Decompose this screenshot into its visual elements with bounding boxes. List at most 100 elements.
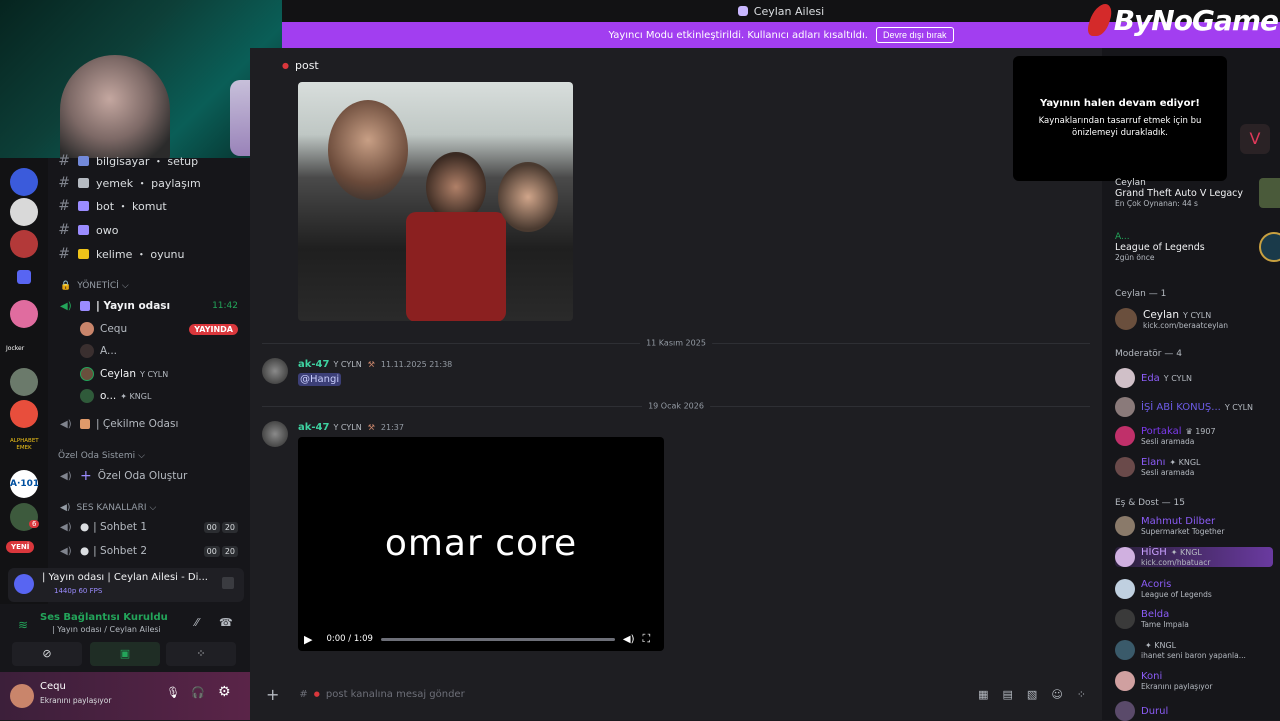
sticker-icon[interactable]: ▧: [1027, 688, 1037, 701]
server-icon-6[interactable]: [10, 400, 38, 428]
video-player[interactable]: omar core ▶ 0:00 / 1:09 ◀) ⛶: [298, 437, 664, 651]
user-avatar[interactable]: [10, 684, 34, 708]
voice-user-o[interactable]: o... ✦ KNGL: [48, 385, 250, 407]
date-divider: 19 Ocak 2026: [262, 401, 1090, 411]
voice-user-a[interactable]: A...: [48, 340, 250, 362]
category-voice[interactable]: ◀) SES KANALLARI ⌵: [60, 503, 156, 513]
author-avatar[interactable]: [262, 421, 288, 447]
member-mod[interactable]: İŞİ ABİ KONUŞ... Y CYLN: [1115, 397, 1253, 417]
disconnect-icon[interactable]: ☎: [219, 616, 233, 629]
emoji-icon[interactable]: ☺: [1051, 688, 1062, 701]
channel-bot[interactable]: # bot ・ komut: [48, 195, 250, 217]
server-icon-5[interactable]: [10, 368, 38, 396]
voice-user-ceylan[interactable]: Ceylan Y CYLN: [48, 363, 250, 385]
settings-gear-icon[interactable]: ⚙: [218, 684, 231, 700]
webcam-overlay: [0, 0, 282, 158]
role-icon: ⚒: [367, 423, 375, 432]
fullscreen-icon[interactable]: ⛶: [643, 632, 651, 646]
member-mod[interactable]: Portakal ♛ 1907 Sesli aramada: [1115, 426, 1216, 446]
jocker-server[interactable]: Jocker: [6, 345, 24, 352]
group-header-friends: Eş & Dost — 15: [1115, 498, 1185, 508]
channel-icon: ●: [313, 690, 320, 698]
apps-icon[interactable]: ⁘: [1077, 688, 1086, 701]
voice-user-cequ[interactable]: Cequ YAYINDA: [48, 318, 250, 340]
mention[interactable]: @Hangi: [298, 373, 342, 386]
clan-tag: Y CYLN: [333, 423, 362, 432]
play-icon[interactable]: ▶: [304, 633, 312, 646]
chat-bubble-icon: ●: [80, 545, 90, 557]
stream-paused-popup: Yayının halen devam ediyor! Kaynaklarınd…: [1013, 56, 1227, 181]
camera-off-button[interactable]: ⊘: [12, 642, 82, 666]
server-icon-2[interactable]: [10, 198, 38, 226]
avatar: [1115, 609, 1135, 629]
member-mod[interactable]: Elanı ✦ KNGL Sesli aramada: [1115, 457, 1200, 477]
clan-tag: Y CYLN: [140, 369, 169, 379]
a101-server[interactable]: A·101: [10, 470, 39, 498]
alphabet-server[interactable]: ALPHABET EMEK: [10, 438, 39, 452]
speaker-icon: ◀): [60, 419, 72, 430]
voice-channel-sohbet-2[interactable]: ◀) ● | Sohbet 2 00 20: [48, 540, 250, 562]
avatar: [1115, 397, 1135, 417]
member-friend[interactable]: ✦ KNGL ihanet seni baron yapanla...: [1115, 640, 1246, 660]
activity-card-a[interactable]: A... League of Legends 2gün önce: [1115, 232, 1280, 262]
activities-button[interactable]: ⁘: [166, 642, 236, 666]
member-ceylan[interactable]: Ceylan Y CYLN kick.com/beraatceylan: [1115, 308, 1228, 330]
member-friend[interactable]: HİGH ✦ KNGL kick.com/hbatuacr: [1115, 547, 1273, 567]
message-input[interactable]: post kanalına mesaj gönder: [326, 689, 465, 700]
screen-share-button[interactable]: ▣: [90, 642, 160, 666]
video-controls: ▶ 0:00 / 1:09 ◀) ⛶: [304, 632, 651, 646]
headphones-icon[interactable]: 🎧: [191, 686, 205, 699]
server-icon-3[interactable]: [10, 230, 38, 258]
avatar: [1115, 426, 1135, 446]
activity-card-ceylan[interactable]: Ceylan Grand Theft Auto V Legacy En Çok …: [1115, 178, 1280, 208]
hash-icon: #: [299, 688, 308, 700]
member-friend[interactable]: Acoris League of Legends: [1115, 579, 1212, 599]
avatar: [80, 367, 94, 381]
streamer-image: [60, 55, 170, 158]
member-friend[interactable]: Koni Ekranını paylaşıyor: [1115, 671, 1212, 691]
popout-icon[interactable]: [222, 577, 234, 589]
chat-bubble-icon: ●: [80, 521, 90, 533]
member-friend[interactable]: Belda Tame Impala: [1115, 609, 1189, 629]
category-private-room[interactable]: Özel Oda Sistemi ⌵: [58, 451, 145, 461]
avatar: [80, 322, 94, 336]
channel-yemek[interactable]: # yemek ・ paylaşım: [48, 172, 250, 194]
image-attachment[interactable]: [298, 82, 573, 321]
video-progress-bar[interactable]: [380, 637, 615, 641]
gif-icon[interactable]: ▤: [1003, 688, 1013, 701]
attach-plus-icon[interactable]: +: [266, 685, 279, 704]
server-icon-4[interactable]: [10, 300, 38, 328]
server-icon: [737, 6, 748, 16]
noise-suppression-icon[interactable]: ⁄⁄: [195, 616, 199, 629]
avatar: [1115, 516, 1135, 536]
channel-owo[interactable]: # owo: [48, 219, 250, 241]
mic-icon[interactable]: 🎙: [166, 686, 180, 699]
avatar: [1115, 671, 1135, 691]
member-friend[interactable]: Mahmut Dilber Supermarket Together: [1115, 516, 1225, 536]
voice-channel-cekilme[interactable]: ◀) | Çekilme Odası: [48, 413, 250, 435]
create-private-room[interactable]: ◀) + Özel Oda Oluştur: [48, 465, 250, 487]
folder-icon[interactable]: [17, 270, 31, 284]
avatar: [80, 344, 94, 358]
speaker-icon: ◀): [60, 503, 71, 513]
gift-icon[interactable]: ▦: [978, 688, 988, 701]
member-friend[interactable]: Durul: [1115, 701, 1168, 721]
channel-kelime[interactable]: # kelime ・ oyunu: [48, 243, 250, 265]
voice-channel-sohbet-1[interactable]: ◀) ● | Sohbet 1 00 20: [48, 516, 250, 538]
stream-panel[interactable]: | Yayın odası | Ceylan Ailesi - Di... 14…: [8, 568, 244, 602]
channel-icon: ●: [282, 60, 289, 70]
member-mod[interactable]: Eda Y CYLN: [1115, 368, 1192, 388]
disable-streamer-mode-button[interactable]: Devre dışı bırak: [875, 27, 954, 43]
clan-tag: ✦ KNGL: [120, 391, 152, 401]
clan-tag: Y CYLN: [333, 360, 362, 369]
message-header: ak-47 Y CYLN ⚒ 11.11.2025 21:38: [298, 359, 453, 370]
voice-channel-yayin[interactable]: ◀) | Yayın odası 11:42: [48, 295, 250, 317]
volume-icon[interactable]: ◀): [623, 634, 635, 645]
gta-icon: [1259, 178, 1280, 208]
channel-bilgisayar[interactable]: # bilgisayar ・ setup: [48, 150, 250, 172]
avatar: [1115, 579, 1135, 599]
server-icon-1[interactable]: [10, 168, 38, 196]
author-avatar[interactable]: [262, 358, 288, 384]
banner-text: Yayıncı Modu etkinleştirildi. Kullanıcı …: [608, 29, 868, 41]
category-admin[interactable]: 🔒 YÖNETİCİ ⌵: [60, 281, 129, 291]
